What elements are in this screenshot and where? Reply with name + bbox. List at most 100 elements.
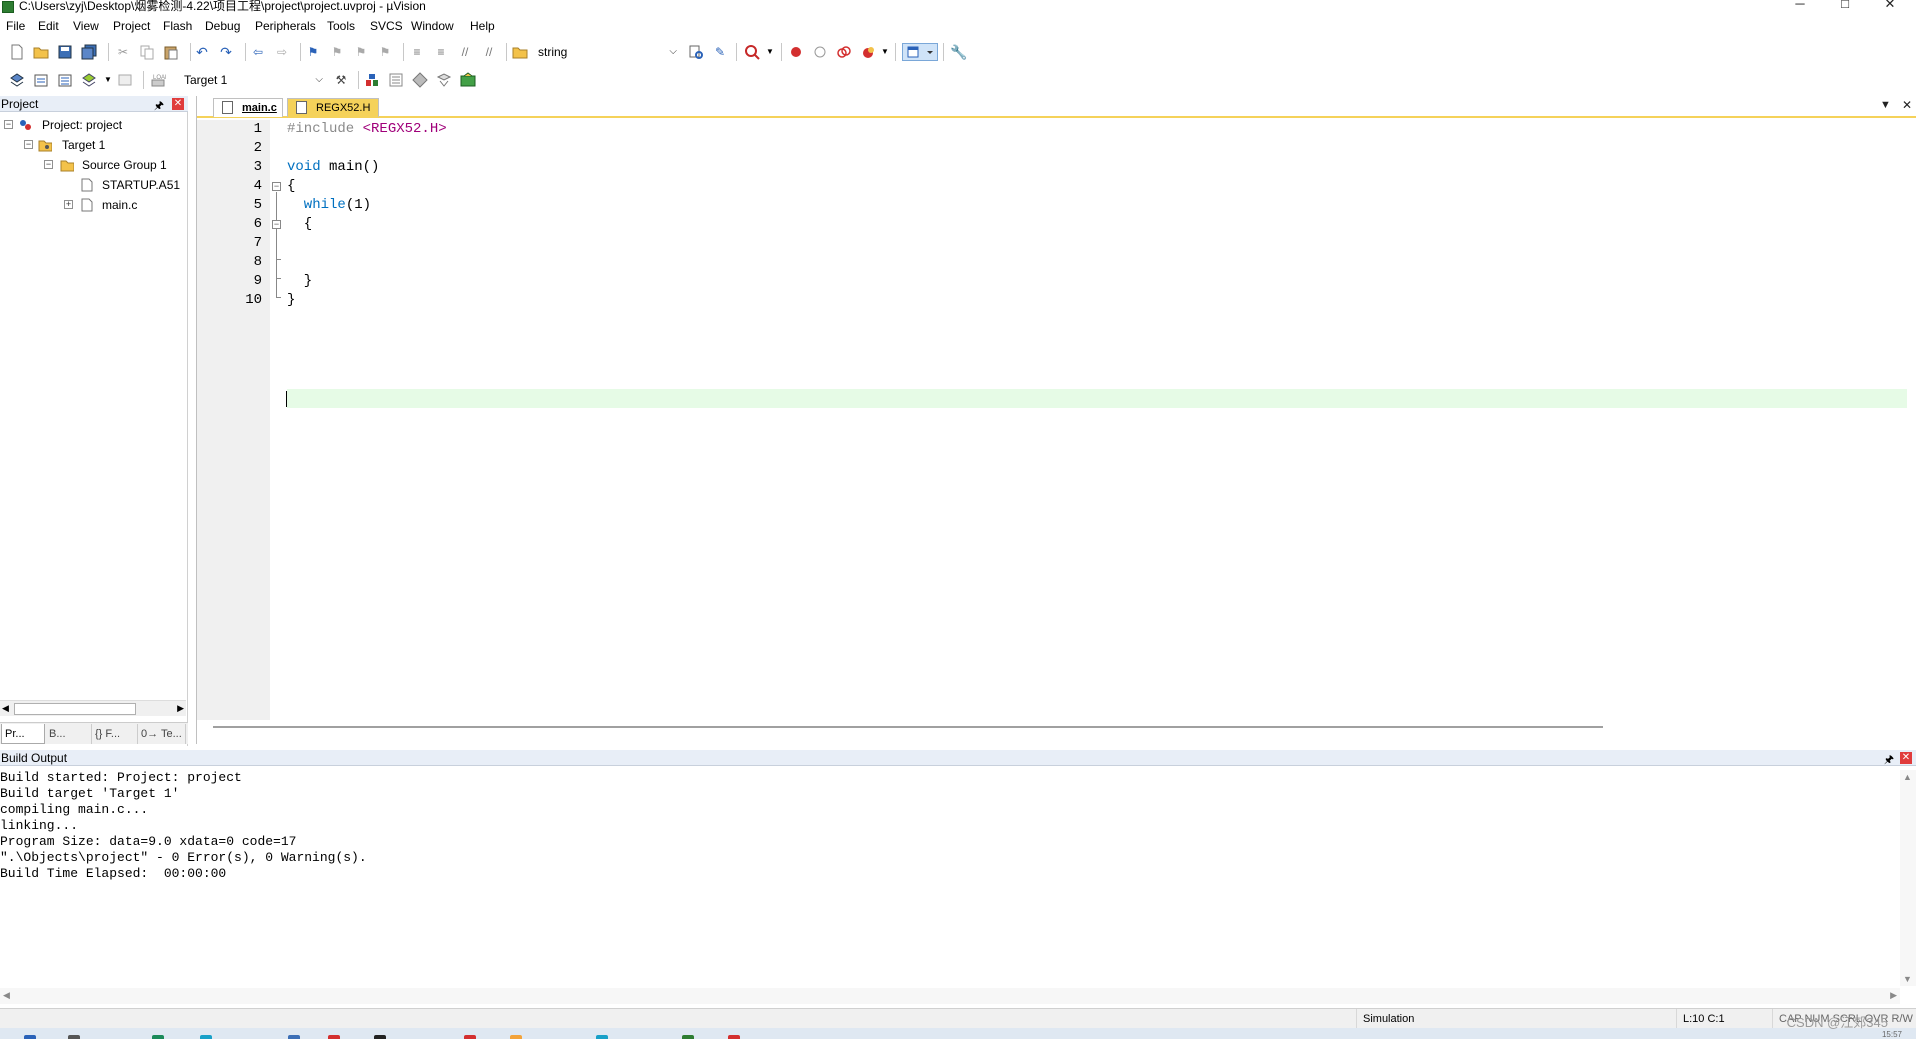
window-layout-icon[interactable] <box>902 43 938 61</box>
build-output-text[interactable]: Build started: Project: project Build tar… <box>0 770 367 882</box>
menu-edit[interactable]: Edit <box>38 17 59 36</box>
taskbar-app-icon[interactable] <box>596 1035 608 1039</box>
menu-view[interactable]: View <box>73 17 99 36</box>
target-select[interactable]: Target 1 ⌵ <box>179 70 327 90</box>
build-vertical-scrollbar[interactable]: ▲ ▼ <box>1900 770 1916 986</box>
navigate-forward-icon[interactable]: ⇨ <box>274 44 290 60</box>
collapse-icon[interactable]: − <box>4 120 13 129</box>
tab-list-dropdown-icon[interactable]: ▼ <box>1880 99 1891 111</box>
redo-icon[interactable]: ↷ <box>218 44 234 60</box>
fold-toggle-icon[interactable]: − <box>272 220 281 229</box>
menu-project[interactable]: Project <box>113 17 150 36</box>
undo-icon[interactable]: ↶ <box>194 44 210 60</box>
scroll-left-icon[interactable]: ◀ <box>3 990 10 1001</box>
taskbar-app-icon[interactable] <box>374 1035 386 1039</box>
enable-breakpoint-icon[interactable] <box>812 44 828 60</box>
taskbar-app-icon[interactable] <box>510 1035 522 1039</box>
taskbar-app-icon[interactable] <box>68 1035 80 1039</box>
manage-runtime-icon[interactable] <box>436 72 452 88</box>
tree-item-startup[interactable]: STARTUP.A51 <box>0 176 188 194</box>
copy-icon[interactable] <box>139 44 155 60</box>
download-load-icon[interactable]: LOAD <box>150 72 170 88</box>
menu-peripherals[interactable]: Peripherals <box>255 17 316 36</box>
save-icon[interactable] <box>57 44 73 60</box>
rebuild-icon[interactable] <box>57 72 73 88</box>
close-editor-icon[interactable]: ✕ <box>1902 98 1912 112</box>
code-line-3[interactable]: void main() <box>287 158 379 177</box>
scroll-right-icon[interactable]: ▶ <box>177 703 184 714</box>
code-line-9[interactable]: } <box>287 291 295 310</box>
batch-build-icon[interactable] <box>81 72 97 88</box>
tree-item-project[interactable]: − Project: project <box>0 116 188 134</box>
new-file-icon[interactable] <box>9 44 25 60</box>
prev-bookmark-icon[interactable]: ⚑ <box>329 44 345 60</box>
pack-green-icon[interactable] <box>460 72 476 88</box>
taskbar-app-icon[interactable] <box>200 1035 212 1039</box>
tab-main-c[interactable]: main.c <box>213 98 283 117</box>
next-bookmark-icon[interactable]: ⚑ <box>353 44 369 60</box>
debug-session-icon[interactable] <box>744 44 760 60</box>
stop-build-icon[interactable] <box>117 72 133 88</box>
taskbar-app-icon[interactable] <box>328 1035 340 1039</box>
kill-breakpoints-icon[interactable] <box>860 44 876 60</box>
code-line-6[interactable]: { <box>287 215 312 234</box>
unindent-icon[interactable]: ≡ <box>433 44 449 60</box>
translate-icon[interactable] <box>9 72 25 88</box>
target-options-icon[interactable]: ⚒ <box>333 72 349 88</box>
build-icon[interactable] <box>33 72 49 88</box>
code-line-8[interactable]: } <box>287 272 312 291</box>
maximize-button[interactable]: □ <box>1830 0 1860 12</box>
disable-breakpoints-icon[interactable] <box>836 44 852 60</box>
taskbar-app-icon[interactable] <box>24 1035 36 1039</box>
code-line-4[interactable]: { <box>287 177 295 196</box>
pin-icon[interactable]: 🖈 <box>154 97 164 116</box>
minimize-button[interactable]: ─ <box>1785 0 1815 12</box>
close-icon[interactable]: ✕ <box>1900 752 1912 764</box>
comment-icon[interactable]: // <box>457 44 473 60</box>
scroll-up-icon[interactable]: ▲ <box>1903 772 1912 782</box>
dropdown-arrow-icon[interactable]: ▼ <box>877 44 893 60</box>
insert-breakpoint-icon[interactable] <box>788 44 804 60</box>
tree-item-source-group[interactable]: − Source Group 1 <box>0 156 188 174</box>
menu-file[interactable]: File <box>6 17 25 36</box>
open-folder-icon[interactable] <box>33 44 49 60</box>
collapse-icon[interactable]: − <box>44 160 53 169</box>
tab-templates[interactable]: 0→ Te... <box>138 724 186 744</box>
tab-books[interactable]: B... <box>46 724 92 744</box>
code-line-5[interactable]: while(1) <box>287 196 371 215</box>
close-icon[interactable]: ✕ <box>172 98 184 110</box>
dropdown-arrow-icon[interactable]: ▼ <box>100 72 116 88</box>
scroll-thumb[interactable] <box>14 703 136 715</box>
taskbar-app-icon[interactable] <box>464 1035 476 1039</box>
pack-installer-icon[interactable] <box>412 72 428 88</box>
select-packs-icon[interactable] <box>388 72 404 88</box>
menu-flash[interactable]: Flash <box>163 17 192 36</box>
menu-help[interactable]: Help <box>470 17 495 36</box>
project-horizontal-scrollbar[interactable]: ◀ ▶ <box>0 700 186 716</box>
find-combo[interactable]: string ⌵ <box>533 42 681 62</box>
tab-project[interactable]: Pr... <box>1 724 45 744</box>
scroll-down-icon[interactable]: ▼ <box>1903 974 1912 984</box>
tree-item-main-c[interactable]: + main.c <box>0 196 188 214</box>
code-line-1[interactable]: #include <REGX52.H> <box>287 120 447 139</box>
pin-icon[interactable]: 🖈 <box>1884 751 1894 770</box>
close-window-button[interactable]: ✕ <box>1875 0 1905 12</box>
menu-svcs[interactable]: SVCS <box>370 17 403 36</box>
cut-icon[interactable]: ✂ <box>115 44 131 60</box>
configure-wrench-icon[interactable]: 🔧 <box>950 44 967 60</box>
uncomment-icon[interactable]: // <box>481 44 497 60</box>
collapse-icon[interactable]: − <box>24 140 33 149</box>
navigate-back-icon[interactable]: ⇦ <box>250 44 266 60</box>
tab-functions[interactable]: {} F... <box>92 724 138 744</box>
dropdown-arrow-icon[interactable]: ▼ <box>762 44 778 60</box>
taskbar-app-icon[interactable] <box>152 1035 164 1039</box>
find-icon[interactable] <box>688 44 704 60</box>
scroll-left-icon[interactable]: ◀ <box>2 703 9 714</box>
taskbar-app-icon[interactable] <box>728 1035 740 1039</box>
editor-horizontal-scrollbar[interactable] <box>213 726 1603 728</box>
save-all-icon[interactable] <box>81 44 97 60</box>
taskbar-app-icon[interactable] <box>682 1035 694 1039</box>
scroll-right-icon[interactable]: ▶ <box>1890 990 1897 1001</box>
incremental-find-icon[interactable]: ✎ <box>712 44 728 60</box>
manage-project-items-icon[interactable] <box>364 72 380 88</box>
